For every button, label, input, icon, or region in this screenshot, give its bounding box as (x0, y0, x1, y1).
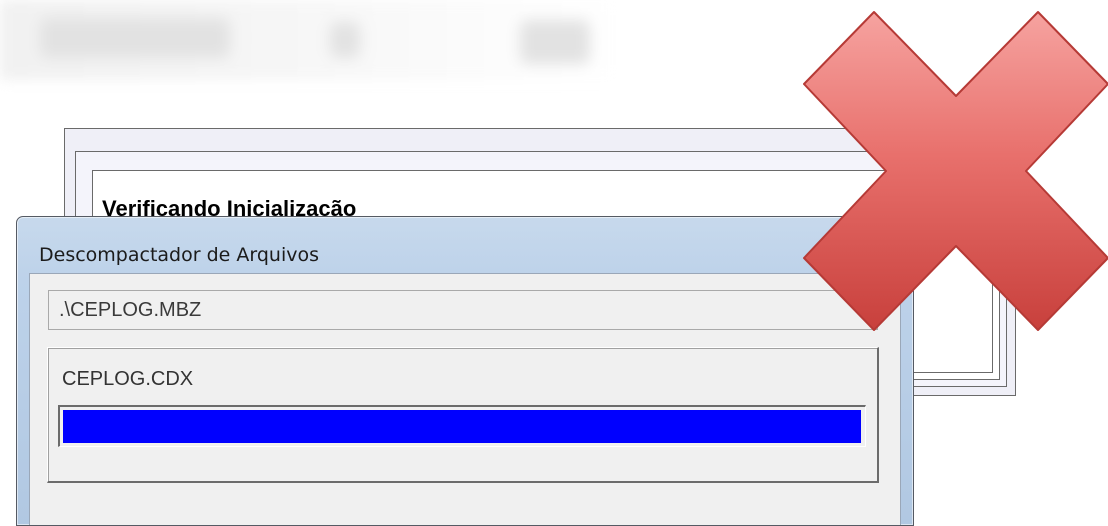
red-x-icon (803, 11, 1108, 331)
blur-spot (330, 22, 360, 58)
progress-fill (63, 410, 861, 443)
dialog-client-area: .\CEPLOG.MBZ CEPLOG.CDX (29, 273, 901, 525)
archive-path-field: .\CEPLOG.MBZ (48, 290, 878, 330)
blur-spot (520, 20, 590, 64)
blurred-header (0, 0, 620, 80)
extraction-group: CEPLOG.CDX (47, 347, 879, 483)
dialog-title: Descompactador de Arquivos (39, 244, 319, 266)
current-file-label: CEPLOG.CDX (62, 368, 194, 390)
descompactador-dialog[interactable]: Descompactador de Arquivos .\CEPLOG.MBZ … (16, 216, 914, 526)
blur-spot (40, 18, 230, 58)
extraction-progress-bar (58, 405, 866, 447)
